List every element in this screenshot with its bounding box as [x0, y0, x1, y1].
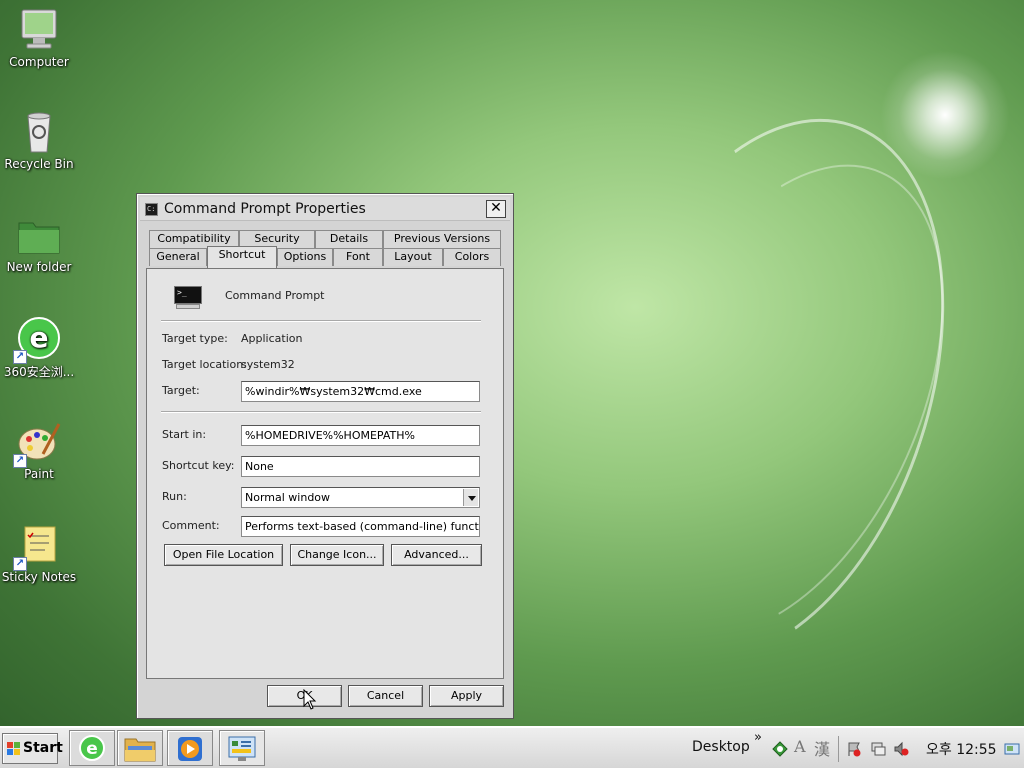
run-select-value: Normal window: [245, 491, 331, 504]
target-type-value: Application: [241, 332, 303, 345]
folder-icon: [124, 738, 156, 762]
desktop-icon-label: New folder: [6, 260, 72, 274]
desktop-icon-sticky-notes[interactable]: ↗ Sticky Notes: [1, 523, 77, 584]
show-desktop-icon[interactable]: [1004, 741, 1020, 757]
svg-text:e: e: [86, 739, 98, 759]
taskbar-browser-button[interactable]: e: [69, 730, 115, 766]
dialog-titlebar[interactable]: C: Command Prompt Properties ✕: [140, 197, 510, 221]
dropdown-arrow-icon[interactable]: [463, 489, 478, 506]
media-player-icon: [178, 737, 202, 761]
volume-muted-icon[interactable]: [893, 741, 909, 757]
desktop-icon-new-folder[interactable]: New folder: [1, 213, 77, 274]
separator: [161, 411, 481, 413]
target-location-value: system32: [241, 358, 295, 371]
cmd-window-icon: C:: [145, 203, 158, 216]
taskbar: Start e Desktop » A 漢 오후 12:55: [0, 726, 1024, 768]
clock[interactable]: 오후 12:55: [926, 739, 997, 759]
tab-colors[interactable]: Colors: [443, 248, 501, 266]
tray-separator: [838, 736, 839, 762]
dialog-title: Command Prompt Properties: [164, 201, 366, 217]
ime-hanja-label[interactable]: 漢: [814, 736, 830, 760]
desktop-icon-360-browser[interactable]: e ↗ 360安全浏...: [1, 316, 77, 380]
target-location-label: Target location:: [162, 358, 247, 371]
start-button[interactable]: Start: [2, 733, 63, 764]
start-label: Start: [23, 740, 63, 756]
network-icon[interactable]: [870, 741, 886, 757]
desktop-icon-paint[interactable]: ↗ Paint: [1, 420, 77, 481]
taskbar-media-player-button[interactable]: [167, 730, 213, 766]
desktop-toolbar-label[interactable]: Desktop: [692, 739, 750, 755]
desktop-icon-label: Recycle Bin: [4, 157, 74, 171]
desktop-icon-label: Sticky Notes: [1, 570, 77, 584]
shortcut-name: Command Prompt: [225, 289, 325, 302]
run-label: Run:: [162, 490, 187, 503]
change-icon-button[interactable]: Change Icon...: [290, 544, 384, 566]
action-center-flag-icon[interactable]: [846, 741, 862, 757]
shortcut-key-input[interactable]: None: [241, 456, 480, 477]
taskbar-cmd-properties-button[interactable]: [219, 730, 265, 766]
desktop-icon-label: Paint: [24, 467, 54, 481]
properties-dialog: C: Command Prompt Properties ✕ Compatibi…: [136, 193, 514, 719]
ime-a-label[interactable]: A: [794, 737, 806, 756]
start-in-label: Start in:: [162, 428, 207, 441]
desktop-icon-recycle-bin[interactable]: Recycle Bin: [1, 110, 77, 171]
run-select[interactable]: Normal window: [241, 487, 480, 508]
tab-shortcut[interactable]: Shortcut: [207, 246, 277, 268]
windows-logo-icon: [7, 742, 20, 755]
tab-layout[interactable]: Layout: [383, 248, 443, 266]
target-type-label: Target type:: [162, 332, 228, 345]
close-button[interactable]: ✕: [486, 200, 506, 218]
target-label: Target:: [162, 384, 200, 397]
sticky-notes-icon: ↗: [13, 523, 61, 571]
command-prompt-icon: >_: [174, 286, 204, 310]
mouse-pointer-icon: [303, 689, 317, 710]
tab-font[interactable]: Font: [333, 248, 383, 266]
tab-previous-versions[interactable]: Previous Versions: [383, 230, 501, 248]
ime-indicator-icon[interactable]: [772, 741, 788, 757]
shortcut-arrow-icon: ↗: [13, 557, 27, 571]
start-in-input[interactable]: %HOMEDRIVE%%HOMEPATH%: [241, 425, 480, 446]
toolbar-chevron-icon[interactable]: »: [754, 730, 762, 745]
desktop-icon-label: 360安全浏...: [3, 365, 75, 379]
computer-icon: [17, 8, 61, 52]
shortcut-tab-panel: >_ Command Prompt Target type: Applicati…: [146, 268, 504, 679]
control-panel-icon: [228, 736, 256, 761]
shortcut-arrow-icon: ↗: [13, 454, 27, 468]
apply-button[interactable]: Apply: [429, 685, 504, 707]
browser-e-icon: e: [79, 735, 105, 761]
cancel-button[interactable]: Cancel: [348, 685, 423, 707]
desktop-icon-computer[interactable]: Computer: [1, 8, 77, 69]
tab-options[interactable]: Options: [277, 248, 333, 266]
target-input[interactable]: %windir%₩system32₩cmd.exe: [241, 381, 480, 402]
advanced-button[interactable]: Advanced...: [391, 544, 482, 566]
folder-icon: [17, 213, 61, 257]
shortcut-arrow-icon: ↗: [13, 350, 27, 364]
open-file-location-button[interactable]: Open File Location: [164, 544, 283, 566]
comment-label: Comment:: [162, 519, 220, 532]
tab-details[interactable]: Details: [315, 230, 383, 248]
comment-input[interactable]: Performs text-based (command-line) funct…: [241, 516, 480, 537]
tab-general[interactable]: General: [149, 248, 207, 266]
paint-palette-icon: ↗: [13, 420, 61, 468]
shortcut-key-label: Shortcut key:: [162, 459, 235, 472]
svg-text:e: e: [30, 321, 49, 354]
separator: [161, 320, 481, 322]
browser-e-icon: e ↗: [13, 316, 61, 364]
taskbar-explorer-button[interactable]: [117, 730, 163, 766]
desktop-icon-label: Computer: [9, 55, 69, 69]
recycle-bin-icon: [17, 110, 61, 154]
